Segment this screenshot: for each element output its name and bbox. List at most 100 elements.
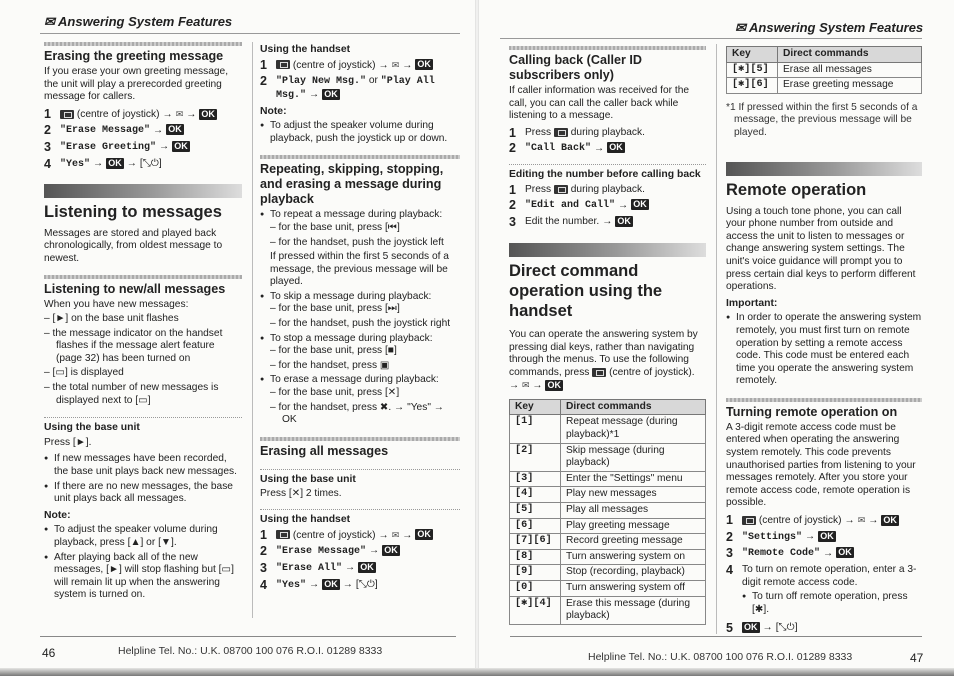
step: 1 Press during playback. <box>509 127 706 140</box>
arrow-icon: → <box>309 88 320 100</box>
step-number: 2 <box>44 123 51 138</box>
section-band <box>44 42 242 46</box>
header-rule <box>500 38 922 39</box>
arrow-icon: → <box>762 621 773 633</box>
command-cell: Turn answering system off <box>560 579 706 597</box>
paragraph: Press [►]. <box>44 436 92 448</box>
ok-key-icon: OK <box>631 199 649 211</box>
step-text: (centre of joystick) <box>292 529 376 541</box>
section-band <box>509 46 706 50</box>
left-column-2: Using the handset 1 (centre of joystick)… <box>260 44 460 596</box>
step-text: during playback. <box>570 126 645 138</box>
section-title: Remote operation <box>726 180 867 199</box>
divider <box>509 164 706 166</box>
list-item: To repeat a message during playback: – f… <box>260 209 460 289</box>
step-number: 4 <box>260 577 267 592</box>
menu-key-icon <box>553 127 568 137</box>
answering-system-icon: ✉ <box>175 108 184 119</box>
list-item: To adjust the speaker volume during play… <box>44 524 242 549</box>
arrow-icon: → <box>378 59 389 71</box>
step: 1 Press during playback. <box>509 184 706 197</box>
ok-key-icon: OK <box>382 545 400 557</box>
table-row: [✱][4] Erase this message (during playbac… <box>509 595 706 625</box>
bullet-list: In order to operate the answering system… <box>726 312 922 388</box>
menu-key-icon <box>276 60 290 70</box>
bullet-list: To adjust the speaker volume during play… <box>44 524 242 602</box>
table-row: [1] Repeat message (during playback)*1 <box>509 414 706 444</box>
column-header: Direct commands <box>560 398 706 416</box>
list-item: To skip a message during playback: – for… <box>260 291 460 331</box>
command-cell: Play new messages <box>560 486 706 504</box>
command-cell: Play all messages <box>560 502 706 519</box>
divider <box>260 468 460 470</box>
command-cell: Record greeting message <box>560 533 706 550</box>
left-header: ✉ Answering System Features <box>44 14 232 30</box>
ok-key-icon: OK <box>615 216 633 228</box>
table-row: [0] Turn answering system off <box>509 579 706 597</box>
step-number: 5 <box>726 620 733 635</box>
arrow-icon: → <box>844 515 855 527</box>
list-item: After playing back all of the new messag… <box>44 552 242 602</box>
bullet-text: To erase a message during playback: <box>270 374 439 386</box>
arrow-icon: → <box>162 108 173 120</box>
step: 4 To turn on remote operation, enter a 3-… <box>726 564 922 618</box>
bullet-list: To turn off remote operation, press [✱]. <box>742 591 922 616</box>
ok-key-icon: OK <box>881 514 899 526</box>
arrow-icon: → <box>868 515 879 527</box>
command-cell: Erase greeting message <box>777 77 922 94</box>
sub-item: – for the handset, push the joystick rig… <box>270 318 451 330</box>
step-text: or <box>366 75 381 87</box>
paragraph: Using a touch tone phone, you can call y… <box>726 205 916 293</box>
subsection-title: Using the base unit <box>260 473 356 485</box>
menu-key-icon <box>553 184 568 194</box>
page-binding <box>475 0 479 676</box>
direct-commands-table-continued: Key Direct commands [✱][5] Erase all messa… <box>726 46 922 94</box>
subsection-title: Using the handset <box>260 44 351 55</box>
list-item: – [►] on the base unit flashes <box>44 313 179 325</box>
step: 3 "Erase All" → OK <box>260 562 460 576</box>
answering-system-icon: ✉ <box>44 14 55 29</box>
paragraph: A 3-digit remote access code must be ent… <box>726 421 916 509</box>
answering-system-icon: ✉ <box>522 380 530 391</box>
step: 1 (centre of joystick) → ✉ → OK <box>44 108 242 122</box>
key-cell: [1] <box>509 414 561 444</box>
section-title: Direct command operation using the hands… <box>509 261 663 320</box>
step-number: 1 <box>260 527 267 542</box>
ok-key-icon: OK <box>415 59 433 71</box>
step-text: "Settings" <box>742 531 803 543</box>
step-number: 1 <box>726 513 733 528</box>
arrow-icon: → <box>159 141 170 153</box>
column-header: Direct commands <box>777 46 922 63</box>
step-text: Edit the number. <box>525 216 600 228</box>
arrow-icon: → <box>153 124 164 136</box>
header-title: Answering System Features <box>749 20 924 35</box>
subsection-title: Using the handset <box>260 514 351 526</box>
divider <box>44 417 242 419</box>
step-text: "Erase All" <box>276 563 343 575</box>
step-text: "Edit and Call" <box>525 200 616 212</box>
footer-text: Helpline Tel. No.: U.K. 08700 100 076 R.… <box>588 651 853 663</box>
step-number: 1 <box>509 182 516 197</box>
list-item: – the message indicator on the handset f… <box>44 327 223 364</box>
step-text: "Yes" <box>276 579 307 591</box>
arrow-icon: → <box>618 199 629 211</box>
table-row: [7][6] Record greeting message <box>509 533 706 550</box>
step: 2 "Edit and Call" → OK <box>509 199 706 213</box>
table-row: [8] Turn answering system on <box>509 548 706 566</box>
left-column-1: Erasing the greeting message If you eras… <box>44 40 242 604</box>
bullet-list: If new messages have been recorded, the … <box>44 453 242 505</box>
paragraph: You can operate the answering system by … <box>509 329 706 393</box>
step-text: "Erase Message" <box>276 546 367 558</box>
step: 2 "Call Back" → OK <box>509 142 706 156</box>
section-band <box>509 242 706 257</box>
arrow-icon: → <box>805 530 816 542</box>
arrow-icon: → <box>345 562 356 574</box>
list-item: If there are no new messages, the base u… <box>44 481 242 506</box>
step: 3 "Remote Code" → OK <box>726 547 922 561</box>
step-text: (centre of joystick) <box>758 515 842 527</box>
column-divider <box>716 44 717 634</box>
section-band <box>726 397 922 402</box>
key-cell: [3] <box>509 470 561 488</box>
key-cell: [9] <box>509 564 561 581</box>
list-item: If new messages have been recorded, the … <box>44 453 242 478</box>
